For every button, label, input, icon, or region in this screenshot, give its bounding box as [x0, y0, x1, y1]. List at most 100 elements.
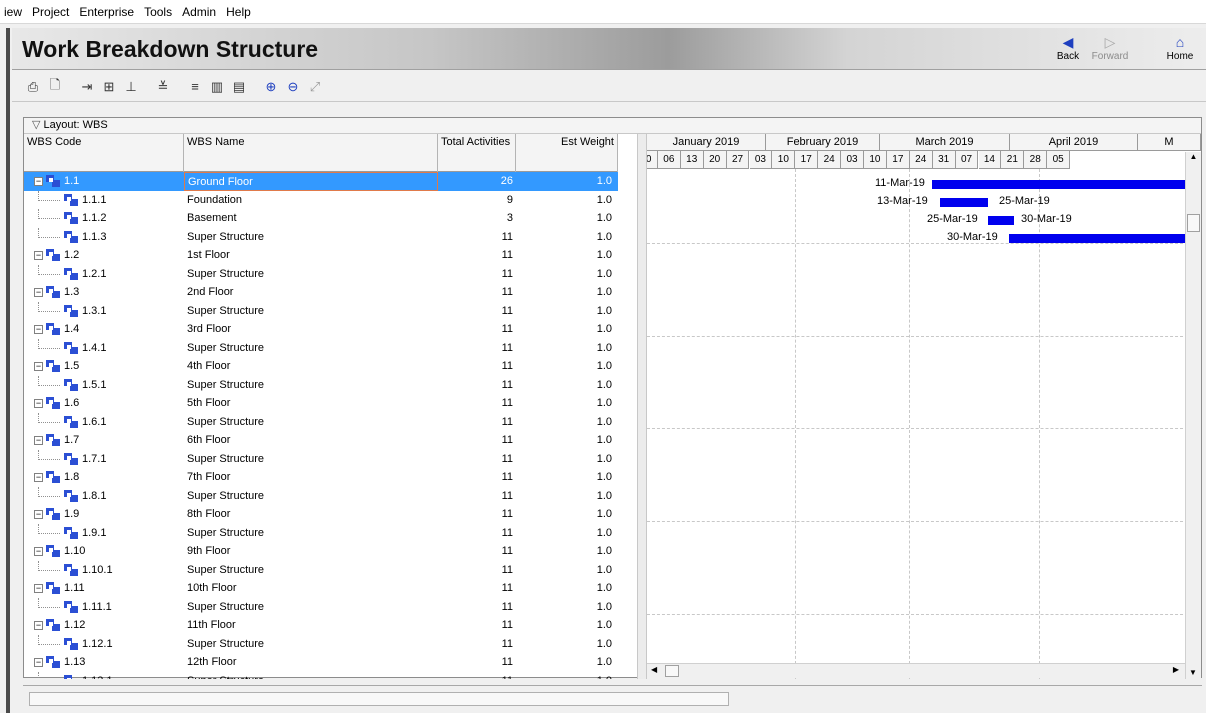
wbs-name-cell[interactable]: Ground Floor	[184, 172, 438, 191]
wbs-name-cell[interactable]: 11th Floor	[184, 616, 438, 635]
wbs-code-cell[interactable]: − 1.6	[24, 394, 184, 413]
wbs-code-cell[interactable]: − 1.8	[24, 468, 184, 487]
table-row[interactable]: 1.13.1 Super Structure111.0	[24, 671, 618, 680]
collapse-toggle-icon[interactable]: −	[34, 251, 43, 260]
expand-icon[interactable]: ⊞	[100, 78, 118, 96]
bar-icon[interactable]: ≡	[186, 78, 204, 96]
table-row[interactable]: 1.1.2 Basement 3 1.0	[24, 209, 618, 228]
scroll-thumb[interactable]	[1187, 214, 1200, 232]
collapse-toggle-icon[interactable]: −	[34, 177, 43, 186]
wbs-code-cell[interactable]: 1.11.1	[24, 597, 184, 617]
table-row[interactable]: − 1.7 6th Floor 11 1.0	[24, 431, 618, 450]
wbs-code-cell[interactable]: − 1.2	[24, 246, 184, 265]
wbs-name-cell[interactable]: Super Structure	[184, 339, 438, 358]
wbs-code-cell[interactable]: 1.3.1	[24, 301, 184, 321]
collapse-toggle-icon[interactable]: −	[34, 547, 43, 556]
table-row[interactable]: 1.9.1 Super Structure 11 1.0	[24, 523, 618, 543]
wbs-code-cell[interactable]: 1.2.1	[24, 264, 184, 284]
wbs-name-cell[interactable]: 5th Floor	[184, 394, 438, 413]
wbs-name-cell[interactable]: 3rd Floor	[184, 320, 438, 339]
collapse-toggle-icon[interactable]: −	[34, 510, 43, 519]
wbs-name-cell[interactable]: 9th Floor	[184, 542, 438, 561]
wbs-name-cell[interactable]: 1st Floor	[184, 246, 438, 265]
gantt-bar[interactable]	[1009, 234, 1188, 243]
table-row[interactable]: 1.4.1 Super Structure 11 1.0	[24, 338, 618, 358]
wbs-code-cell[interactable]: − 1.10	[24, 542, 184, 561]
column-header-name[interactable]: WBS Name	[184, 134, 438, 172]
wbs-name-cell[interactable]: Super Structure	[184, 635, 438, 654]
wbs-code-cell[interactable]: − 1.12	[24, 616, 184, 635]
wbs-code-cell[interactable]: 1.13.1	[24, 671, 184, 679]
collapse-toggle-icon[interactable]: −	[34, 288, 43, 297]
column-header-code[interactable]: WBS Code	[24, 134, 184, 172]
back-button[interactable]: ◀ Back	[1048, 33, 1088, 62]
details-tab-strip[interactable]	[29, 692, 729, 706]
menu-help[interactable]: Help	[226, 5, 251, 19]
gantt-bar[interactable]	[932, 180, 1188, 189]
gantt-bar[interactable]	[988, 216, 1014, 225]
wbs-code-cell[interactable]: 1.4.1	[24, 338, 184, 358]
wbs-code-cell[interactable]: 1.1.1	[24, 190, 184, 210]
column-header-weight[interactable]: Est Weight	[516, 134, 618, 172]
layout-label[interactable]: ▽ Layout: WBS	[24, 118, 1201, 134]
wbs-code-cell[interactable]: − 1.9	[24, 505, 184, 524]
wbs-name-cell[interactable]: 6th Floor	[184, 431, 438, 450]
scroll-right-icon[interactable]: ▶	[1173, 665, 1179, 674]
table-row[interactable]: − 1.8 7th Floor 11 1.0	[24, 468, 618, 487]
table-row[interactable]: − 1.5 4th Floor 11 1.0	[24, 357, 618, 376]
wbs-code-cell[interactable]: 1.1.3	[24, 227, 184, 247]
wbs-code-cell[interactable]: − 1.11	[24, 579, 184, 598]
wbs-code-cell[interactable]: 1.9.1	[24, 523, 184, 543]
table-row[interactable]: − 1.12 11th Floor 11 1.0	[24, 616, 618, 635]
menu-view[interactable]: iew	[4, 5, 22, 19]
wbs-name-cell[interactable]: 10th Floor	[184, 579, 438, 598]
wbs-name-cell[interactable]: Super Structure	[184, 524, 438, 543]
wbs-name-cell[interactable]: Super Structure	[184, 672, 438, 680]
zoom-fit-icon[interactable]: ⤢	[306, 78, 324, 96]
collapse-toggle-icon[interactable]: −	[34, 473, 43, 482]
table-row[interactable]: 1.3.1 Super Structure 11 1.0	[24, 301, 618, 321]
menu-project[interactable]: Project	[32, 5, 69, 19]
splitter-bar[interactable]	[637, 134, 647, 679]
wbs-code-cell[interactable]: − 1.7	[24, 431, 184, 450]
collapse-toggle-icon[interactable]: −	[34, 436, 43, 445]
wbs-code-cell[interactable]: 1.7.1	[24, 449, 184, 469]
hscroll-thumb[interactable]	[665, 665, 679, 677]
table-row[interactable]: 1.6.1 Super Structure 11 1.0	[24, 412, 618, 432]
wbs-name-cell[interactable]: 8th Floor	[184, 505, 438, 524]
wbs-name-cell[interactable]: 2nd Floor	[184, 283, 438, 302]
wbs-name-cell[interactable]: 12th Floor	[184, 653, 438, 672]
wbs-name-cell[interactable]: Super Structure	[184, 413, 438, 432]
table-row[interactable]: 1.8.1 Super Structure 11 1.0	[24, 486, 618, 506]
table-row[interactable]: − 1.4 3rd Floor 11 1.0	[24, 320, 618, 339]
print-icon[interactable]: ⎙	[24, 78, 42, 96]
wbs-name-cell[interactable]: Super Structure	[184, 228, 438, 247]
table-icon[interactable]: ▤	[230, 78, 248, 96]
home-button[interactable]: ⌂ Home	[1160, 33, 1200, 62]
filter-icon[interactable]: ≚	[154, 78, 172, 96]
print-preview-icon[interactable]: 🗋	[46, 77, 64, 96]
menu-admin[interactable]: Admin	[182, 5, 216, 19]
wbs-code-cell[interactable]: − 1.1	[24, 172, 184, 191]
wbs-code-cell[interactable]: − 1.3	[24, 283, 184, 302]
hierarchy-icon[interactable]: ⊥	[122, 78, 140, 96]
wbs-name-cell[interactable]: Super Structure	[184, 450, 438, 469]
table-row[interactable]: − 1.13 12th Floor 11 1.0	[24, 653, 618, 672]
table-row[interactable]: 1.2.1 Super Structure 11 1.0	[24, 264, 618, 284]
wbs-name-cell[interactable]: Super Structure	[184, 376, 438, 395]
wbs-name-cell[interactable]: 7th Floor	[184, 468, 438, 487]
columns-icon[interactable]: ▥	[208, 78, 226, 96]
collapse-toggle-icon[interactable]: −	[34, 658, 43, 667]
wbs-name-cell[interactable]: Super Structure	[184, 598, 438, 617]
table-row[interactable]: 1.7.1 Super Structure 11 1.0	[24, 449, 618, 469]
table-row[interactable]: − 1.6 5th Floor 11 1.0	[24, 394, 618, 413]
scroll-up-icon[interactable]: ▲	[1186, 152, 1201, 161]
collapse-toggle-icon[interactable]: −	[34, 325, 43, 334]
table-row[interactable]: − 1.1 Ground Floor 26 1.0	[24, 172, 618, 191]
collapse-toggle-icon[interactable]: −	[34, 584, 43, 593]
wbs-name-cell[interactable]: Super Structure	[184, 487, 438, 506]
vertical-scrollbar[interactable]: ▲ ▼	[1185, 152, 1201, 679]
wbs-code-cell[interactable]: 1.5.1	[24, 375, 184, 395]
table-row[interactable]: 1.10.1 Super Structure 11 1.0	[24, 560, 618, 580]
table-row[interactable]: − 1.10 9th Floor 11 1.0	[24, 542, 618, 561]
